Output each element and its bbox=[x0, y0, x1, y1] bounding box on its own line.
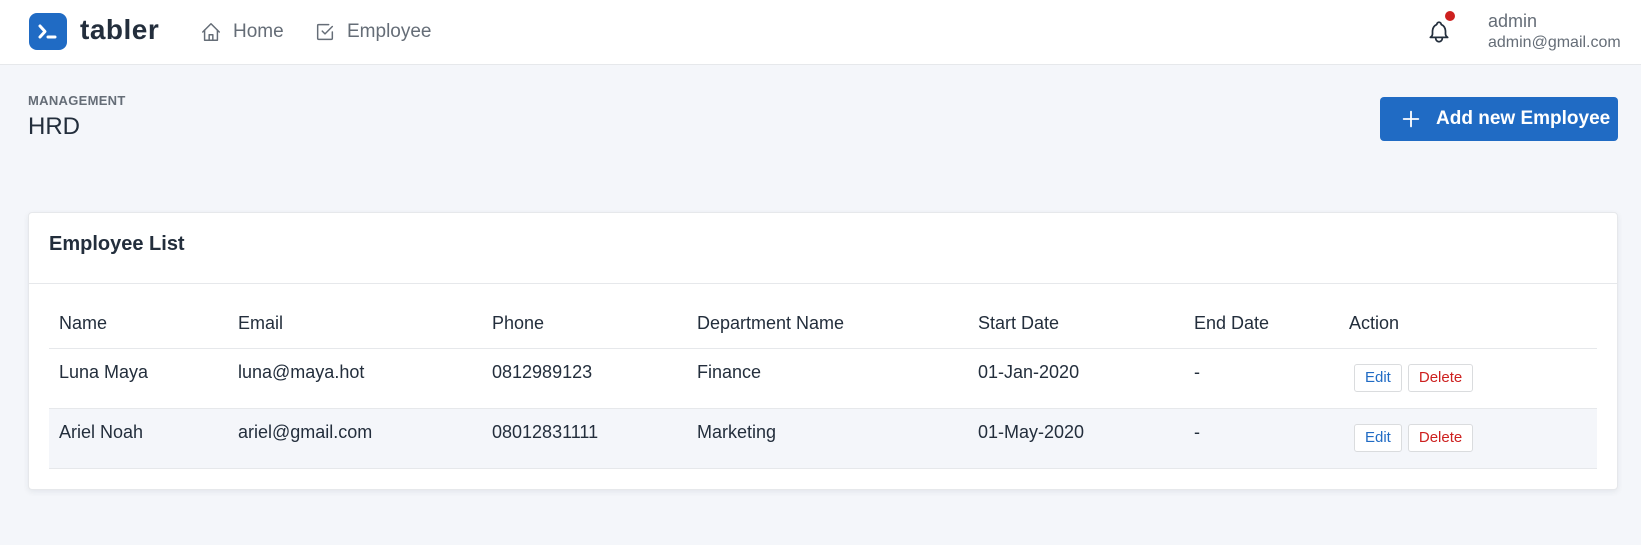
cell-department: Finance bbox=[687, 348, 968, 409]
home-icon bbox=[202, 23, 220, 41]
edit-button[interactable]: Edit bbox=[1354, 424, 1402, 452]
column-header-start-date: Start Date bbox=[968, 300, 1184, 349]
employee-table: Name Email Phone Department Name Start D… bbox=[49, 300, 1597, 469]
cell-start-date: 01-May-2020 bbox=[968, 408, 1184, 469]
nav-item-employee[interactable]: Employee bbox=[314, 20, 432, 44]
column-header-name: Name bbox=[49, 300, 228, 349]
cell-phone: 0812989123 bbox=[482, 348, 687, 409]
cell-department: Marketing bbox=[687, 408, 968, 469]
cell-text: ariel@gmail.com bbox=[238, 421, 373, 442]
column-header-phone: Phone bbox=[482, 300, 687, 349]
cell-end-date: - bbox=[1184, 348, 1339, 409]
plus-icon bbox=[1402, 110, 1420, 128]
cell-text: Luna Maya bbox=[59, 361, 149, 382]
cell-text: Ariel Noah bbox=[59, 421, 144, 442]
nav-item-home[interactable]: Home bbox=[200, 20, 284, 44]
add-employee-button[interactable]: Add new Employee bbox=[1380, 97, 1618, 141]
table-header-row: Name Email Phone Department Name Start D… bbox=[49, 300, 1597, 349]
table-row: Ariel Noah ariel@gmail.com 08012831111 M… bbox=[49, 408, 1597, 469]
column-header-action: Action bbox=[1339, 300, 1597, 349]
cell-email: luna@maya.hot bbox=[228, 348, 482, 409]
cell-text: - bbox=[1194, 361, 1200, 382]
delete-button[interactable]: Delete bbox=[1407, 424, 1474, 452]
column-header-end-date: End Date bbox=[1184, 300, 1339, 349]
cell-phone: 08012831111 bbox=[482, 408, 687, 469]
cell-text: Finance bbox=[697, 361, 762, 382]
brand-name[interactable]: tabler bbox=[80, 14, 159, 46]
card-header: Employee List bbox=[29, 213, 1617, 284]
brand-logo-icon[interactable] bbox=[29, 13, 67, 50]
cell-text: 01-Jan-2020 bbox=[978, 361, 1080, 382]
cell-text: Marketing bbox=[697, 421, 777, 442]
notification-bell-icon[interactable] bbox=[1426, 18, 1452, 46]
cell-text: - bbox=[1194, 421, 1200, 442]
edit-button[interactable]: Edit bbox=[1354, 364, 1402, 392]
cell-name: Ariel Noah bbox=[49, 408, 228, 469]
cell-end-date: - bbox=[1184, 408, 1339, 469]
employee-list-card: Employee List Name Email Phone Departmen… bbox=[28, 212, 1618, 490]
cell-text: 0812989123 bbox=[492, 361, 593, 382]
cell-email: ariel@gmail.com bbox=[228, 408, 482, 469]
table-row: Luna Maya luna@maya.hot 0812989123 Finan… bbox=[49, 348, 1597, 409]
employee-table-wrapper: Name Email Phone Department Name Start D… bbox=[49, 300, 1597, 469]
nav-item-label: Employee bbox=[347, 21, 432, 42]
cell-text: luna@maya.hot bbox=[238, 361, 365, 382]
cell-actions: Edit Delete bbox=[1339, 348, 1597, 409]
cell-text: 01-May-2020 bbox=[978, 421, 1085, 442]
delete-button[interactable]: Delete bbox=[1407, 364, 1474, 392]
checkbox-icon bbox=[316, 23, 334, 41]
cell-start-date: 01-Jan-2020 bbox=[968, 348, 1184, 409]
column-header-email: Email bbox=[228, 300, 482, 349]
page-title: HRD bbox=[28, 113, 80, 140]
cell-actions: Edit Delete bbox=[1339, 408, 1597, 469]
column-header-department: Department Name bbox=[687, 300, 968, 349]
page-pretitle: MANAGEMENT bbox=[28, 93, 126, 108]
add-employee-label: Add new Employee bbox=[1436, 108, 1611, 129]
user-name[interactable]: admin bbox=[1488, 11, 1537, 32]
nav-item-label: Home bbox=[233, 21, 284, 42]
cell-text: 08012831111 bbox=[492, 421, 599, 442]
user-email[interactable]: admin@gmail.com bbox=[1488, 34, 1621, 52]
notification-badge bbox=[1445, 11, 1455, 21]
cell-name: Luna Maya bbox=[49, 348, 228, 409]
card-title: Employee List bbox=[49, 233, 185, 255]
top-navbar: tabler Home Employee admin admin@gmail.c… bbox=[0, 0, 1641, 65]
